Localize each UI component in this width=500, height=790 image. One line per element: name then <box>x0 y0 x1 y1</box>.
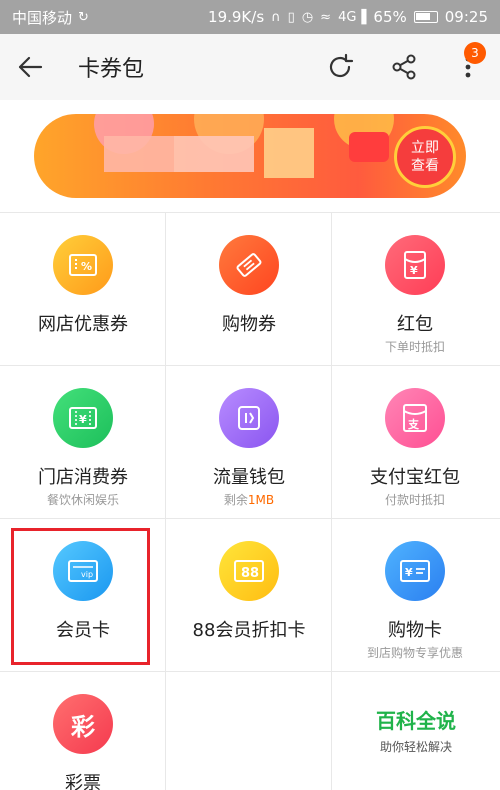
wifi-icon: ≈ <box>320 9 332 25</box>
grid-item-sublabel: 付款时抵扣 <box>384 493 445 507</box>
store-voucher-icon: ¥ <box>53 388 113 448</box>
shopping-card-icon: ¥ <box>385 541 445 601</box>
grid-item-label: 红包 <box>397 314 433 335</box>
lottery-icon-glyph: 彩 <box>71 712 95 741</box>
alipay-envelope-icon: 支 <box>385 388 445 448</box>
grid-item-sublabel: 餐饮休闲娱乐 <box>46 493 119 507</box>
status-bar: 中国移动 ↻ 19.9K/s ∩ ▯ ◷ ≈ 4G▐ 65% 09:25 <box>0 0 500 34</box>
grid-item-label: 流量钱包 <box>213 467 285 488</box>
grid-item-data-wallet[interactable]: 流量钱包 剩余1MB <box>166 366 332 519</box>
data-wallet-icon <box>219 388 279 448</box>
vibrate-icon: ▯ <box>287 9 295 25</box>
grid-item-88-card[interactable]: 88 88会员折扣卡 <box>166 519 332 672</box>
more-menu-button[interactable]: 3 <box>436 34 500 100</box>
grid-item-red-envelope[interactable]: ¥ 红包 下单时抵扣 <box>332 213 500 366</box>
svg-text:支: 支 <box>407 417 420 431</box>
red-envelope-icon: ¥ <box>385 235 445 295</box>
svg-text:¥: ¥ <box>79 413 87 426</box>
grid-item-shopping-coupon[interactable]: 购物券 <box>166 213 332 366</box>
svg-text:¥: ¥ <box>405 566 413 579</box>
grid-item-shopping-card[interactable]: ¥ 购物卡 到店购物专享优惠 <box>332 519 500 672</box>
grid-item-lottery[interactable]: 彩 彩票 <box>0 672 166 790</box>
sync-icon: ↻ <box>78 9 89 25</box>
watermark-title: 百科全说 <box>376 709 456 733</box>
promo-banner[interactable]: 立即 查看 <box>0 100 500 212</box>
notification-badge: 3 <box>464 42 486 64</box>
watermark-subtitle: 助你轻松解决 <box>379 740 452 754</box>
grid-item-online-coupon[interactable]: % 网店优惠券 <box>0 213 166 366</box>
view-now-button[interactable]: 立即 查看 <box>394 126 456 188</box>
banner-image: 立即 查看 <box>34 114 466 198</box>
battery-icon <box>413 11 438 23</box>
app-header: 卡券包 3 <box>0 34 500 100</box>
grid-item-label: 购物卡 <box>388 620 442 641</box>
grid-item-label: 门店消费券 <box>38 467 128 488</box>
wallet-grid: % 网店优惠券 购物券 ¥ 红包 下单时抵扣 ¥ 门店消费券 餐饮休闲娱乐 流量… <box>0 212 500 790</box>
alarm-icon: ◷ <box>301 9 314 25</box>
view-now-label: 立即 查看 <box>411 140 439 174</box>
discount-ticket-icon: % <box>53 235 113 295</box>
carrier-label: 中国移动 <box>12 8 73 27</box>
headphone-icon: ∩ <box>271 9 281 25</box>
grid-item-label: 彩票 <box>65 773 101 790</box>
selection-highlight-box <box>11 528 150 665</box>
signal-icon: 4G▐ <box>338 9 367 25</box>
coupon-ticket-icon <box>219 235 279 295</box>
page-title: 卡券包 <box>78 57 145 82</box>
88-card-icon: 88 <box>219 541 279 601</box>
refresh-icon <box>329 53 354 78</box>
lottery-icon: 彩 <box>53 694 113 754</box>
grid-item-sublabel: 到店购物专享优惠 <box>366 646 463 660</box>
svg-text:%: % <box>81 260 92 273</box>
watermark: 百科全说 助你轻松解决 <box>333 705 499 755</box>
back-arrow-icon <box>18 56 43 78</box>
battery-percent: 65% <box>373 8 407 26</box>
share-button[interactable] <box>372 34 436 100</box>
grid-item-label: 购物券 <box>222 314 276 335</box>
back-button[interactable] <box>0 34 60 100</box>
grid-item-store-voucher[interactable]: ¥ 门店消费券 餐饮休闲娱乐 <box>0 366 166 519</box>
grid-item-sublabel: 下单时抵扣 <box>384 340 445 354</box>
svg-text:88: 88 <box>241 566 259 581</box>
data-remaining-value: 1MB <box>247 493 275 507</box>
share-icon <box>392 54 416 80</box>
grid-empty-cell <box>166 672 332 790</box>
grid-item-label: 支付宝红包 <box>370 467 460 488</box>
refresh-button[interactable] <box>308 34 372 100</box>
grid-item-alipay-envelope[interactable]: 支 支付宝红包 付款时抵扣 <box>332 366 500 519</box>
grid-item-label: 88会员折扣卡 <box>192 620 306 641</box>
clock: 09:25 <box>444 8 488 26</box>
grid-item-sublabel: 剩余1MB <box>223 493 275 507</box>
network-speed: 19.9K/s <box>208 8 265 26</box>
svg-text:¥: ¥ <box>410 264 418 277</box>
grid-item-label: 网店优惠券 <box>38 314 128 335</box>
